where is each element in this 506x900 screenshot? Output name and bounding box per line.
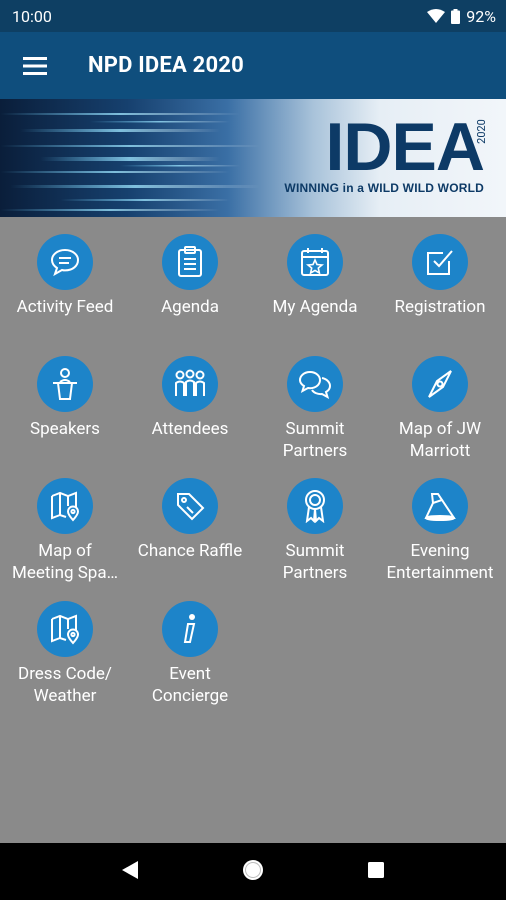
back-icon[interactable] [121,860,139,884]
podium-speaker-icon [37,356,93,412]
tile-label: My Agenda [272,297,358,317]
people-icon [162,356,218,412]
status-bar: 10:00 92% [0,0,506,32]
status-time: 10:00 [12,6,52,26]
tile-map-meeting-space[interactable]: Map of Meeting Spa… [2,478,128,584]
tile-label: Map of JW Marriott [398,419,482,461]
wifi-icon [427,9,446,23]
tile-summit-partners-1[interactable]: Summit Partners [252,356,378,462]
header-banner: IDEA 2020 WINNING in a WILD WILD WORLD [0,99,506,217]
tile-chance-raffle[interactable]: Chance Raffle [127,478,253,562]
calendar-star-icon [287,234,343,290]
banner-year: 2020 [475,119,489,144]
tile-label: Attendees [151,419,229,439]
tile-label: Summit Partners [282,541,348,583]
map-pin-icon [37,601,93,657]
checkbox-icon [412,234,468,290]
ticket-tag-icon [162,478,218,534]
tile-agenda[interactable]: Agenda [127,234,253,318]
chat-bubbles-icon [287,356,343,412]
tile-label: Evening Entertainment [386,541,494,583]
tile-label: Map of Meeting Spa… [12,541,118,583]
tile-my-agenda[interactable]: My Agenda [252,234,378,318]
feature-grid: Activity Feed Agenda My Agenda Registrat… [0,217,506,843]
compass-icon [412,356,468,412]
hamburger-menu-icon [23,56,47,75]
battery-icon [451,8,461,24]
tile-event-concierge[interactable]: Event Concierge [127,601,253,707]
tile-label: Agenda [161,297,219,317]
idea-logo: IDEA 2020 WINNING in a WILD WILD WORLD [284,109,488,195]
recents-icon[interactable] [367,861,385,883]
menu-button[interactable] [0,32,70,99]
tile-label: Event Concierge [151,664,229,706]
home-icon[interactable] [241,858,265,886]
app-bar: NPD IDEA 2020 [0,32,506,99]
tile-label: Speakers [30,419,100,439]
system-nav-bar [0,843,506,900]
spotlight-icon [412,478,468,534]
award-ribbon-icon [287,478,343,534]
info-icon [162,601,218,657]
tile-label: Registration [394,297,486,317]
tile-label: Chance Raffle [137,541,243,561]
chat-bubble-icon [37,234,93,290]
tile-label: Summit Partners [282,419,348,461]
tile-speakers[interactable]: Speakers [2,356,128,440]
battery-percent: 92% [466,6,496,26]
clipboard-icon [162,234,218,290]
status-icons: 92% [427,7,496,26]
tile-summit-partners-2[interactable]: Summit Partners [252,478,378,584]
banner-word: IDEA [325,109,485,185]
tile-evening-entertainment[interactable]: Evening Entertainment [377,478,503,584]
tile-dress-code-weather[interactable]: Dress Code/ Weather [2,601,128,707]
app-title: NPD IDEA 2020 [88,53,244,78]
tile-activity-feed[interactable]: Activity Feed [2,234,128,318]
tile-attendees[interactable]: Attendees [127,356,253,440]
map-pin-icon [37,478,93,534]
tile-map-jw-marriott[interactable]: Map of JW Marriott [377,356,503,462]
tile-registration[interactable]: Registration [377,234,503,318]
tile-label: Dress Code/ Weather [18,664,112,706]
tile-label: Activity Feed [16,297,114,317]
